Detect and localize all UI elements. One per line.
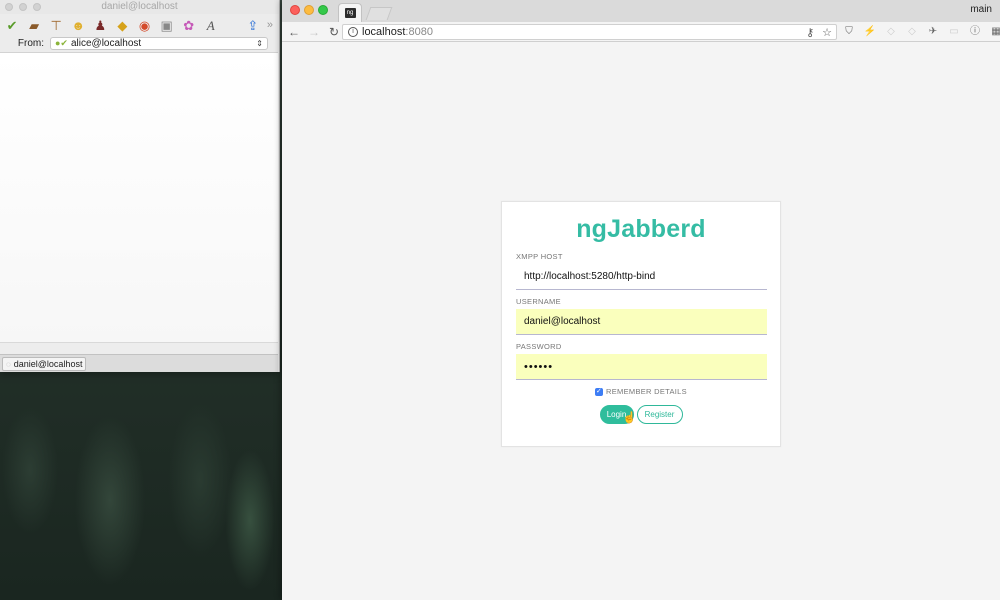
grid-icon[interactable]: ▦	[989, 25, 1000, 39]
password-field: PASSWORD ••••••	[516, 342, 767, 380]
person-icon[interactable]: ♟	[92, 17, 108, 34]
username-input[interactable]: daniel@localhost	[516, 309, 767, 335]
shield-icon[interactable]: ⛉	[842, 25, 856, 39]
color-wheel-icon[interactable]: ✿	[181, 17, 197, 34]
username-label: USERNAME	[516, 297, 561, 306]
password-input[interactable]: ••••••	[516, 354, 767, 380]
font-icon[interactable]: A	[203, 17, 219, 34]
tab-strip: ng main	[282, 0, 1000, 22]
extensions-bar: ⛉ ⚡ ◇ ◇ ✈ ▭ ⓘ ▦ ⋮	[842, 24, 1000, 40]
mail-statusbar	[0, 342, 278, 354]
zoom-icon[interactable]	[33, 3, 41, 11]
username-field: USERNAME daniel@localhost	[516, 297, 767, 335]
remember-row: ✓ REMEMBER DETAILS	[502, 387, 780, 396]
briefcase-icon[interactable]: ▰	[26, 17, 42, 34]
password-label: PASSWORD	[516, 342, 562, 351]
profile-name[interactable]: main	[970, 4, 992, 15]
airplane-icon[interactable]: ✈	[926, 25, 940, 39]
mail-tab[interactable]: ◌ daniel@localhost	[2, 357, 86, 371]
more-chevron-icon[interactable]: »	[267, 19, 273, 31]
star-icon[interactable]: ☆	[822, 26, 832, 39]
minimize-icon[interactable]	[19, 3, 27, 11]
button-row: Login ☝ Register	[502, 405, 780, 424]
image-icon[interactable]: ▣	[159, 17, 175, 34]
extension-icon[interactable]: ◇	[884, 25, 898, 39]
chevron-updown-icon: ⇕	[256, 38, 263, 48]
chat-bubble-icon: ◌	[6, 359, 11, 369]
upload-icon[interactable]: ⇪	[245, 17, 261, 34]
zoom-icon[interactable]	[318, 5, 328, 15]
info-icon[interactable]: i	[348, 27, 358, 37]
app-icon[interactable]: ✔	[4, 17, 20, 34]
mail-compose-body[interactable]	[0, 52, 278, 342]
favicon-icon: ng	[344, 8, 356, 18]
lightning-icon[interactable]: ⚡	[863, 25, 877, 39]
minimize-icon[interactable]	[304, 5, 314, 15]
from-row: From: ●✔ alice@localhost ⇕	[0, 35, 279, 51]
info-circle-icon[interactable]: ⓘ	[968, 25, 982, 39]
browser-tab[interactable]: ng	[338, 3, 362, 22]
signpost-icon[interactable]: ⊤	[48, 17, 64, 34]
from-label: From:	[17, 37, 44, 49]
extension-icon[interactable]: ◇	[905, 25, 919, 39]
mail-window-title: daniel@localhost	[101, 1, 178, 12]
hand-cursor-icon: ☝	[622, 412, 637, 424]
extension-icon[interactable]: ▭	[947, 25, 961, 39]
login-button[interactable]: Login ☝	[599, 405, 637, 424]
account-icon: ●✔	[55, 37, 68, 48]
from-value: alice@localhost	[70, 37, 142, 49]
mail-tabbar: ◌ daniel@localhost	[0, 354, 278, 372]
mail-window: daniel@localhost ✔ ▰ ⊤ ☻ ♟ ◆ ◉ ▣ ✿ A ⇪ »…	[0, 0, 280, 372]
key-icon[interactable]: ⚷	[806, 26, 814, 39]
new-tab-button[interactable]	[365, 7, 393, 20]
page-content: ngJabberd XMPP HOST http://localhost:528…	[282, 42, 1000, 600]
warning-icon[interactable]: ◆	[114, 17, 130, 34]
host-field: XMPP HOST http://localhost:5280/http-bin…	[516, 252, 767, 290]
browser-toolbar: ← → ↻ i localhost:8080 ⚷ ☆ ⛉ ⚡ ◇ ◇ ✈ ▭ ⓘ…	[282, 22, 1000, 42]
address-bar[interactable]: i localhost:8080 ⚷ ☆	[342, 24, 837, 40]
emoji-icon[interactable]: ☻	[70, 17, 86, 34]
close-icon[interactable]	[5, 3, 13, 11]
brand-title: ngJabberd	[576, 215, 706, 243]
browser-window: ng main ← → ↻ i localhost:8080 ⚷ ☆ ⛉ ⚡ ◇…	[282, 0, 1000, 600]
register-button[interactable]: Register	[636, 405, 683, 424]
url-port: :8080	[405, 26, 433, 38]
mail-tab-label: daniel@localhost	[13, 359, 83, 369]
host-input[interactable]: http://localhost:5280/http-bind	[516, 264, 767, 290]
mail-titlebar: daniel@localhost	[0, 0, 279, 14]
url-host: localhost	[362, 26, 406, 38]
remember-checkbox[interactable]: ✓	[595, 387, 604, 396]
back-arrow-icon[interactable]: ←	[286, 25, 302, 39]
host-label: XMPP HOST	[516, 252, 563, 261]
forward-arrow-icon[interactable]: →	[306, 25, 322, 39]
login-card: ngJabberd XMPP HOST http://localhost:528…	[501, 201, 781, 447]
from-select[interactable]: ●✔ alice@localhost ⇕	[50, 36, 268, 50]
remember-label[interactable]: REMEMBER DETAILS	[606, 387, 687, 396]
reload-icon[interactable]: ↻	[326, 25, 342, 39]
close-icon[interactable]	[290, 5, 300, 15]
mail-toolbar: ✔ ▰ ⊤ ☻ ♟ ◆ ◉ ▣ ✿ A ⇪ »	[0, 14, 279, 36]
chrome-icon[interactable]: ◉	[136, 17, 152, 34]
